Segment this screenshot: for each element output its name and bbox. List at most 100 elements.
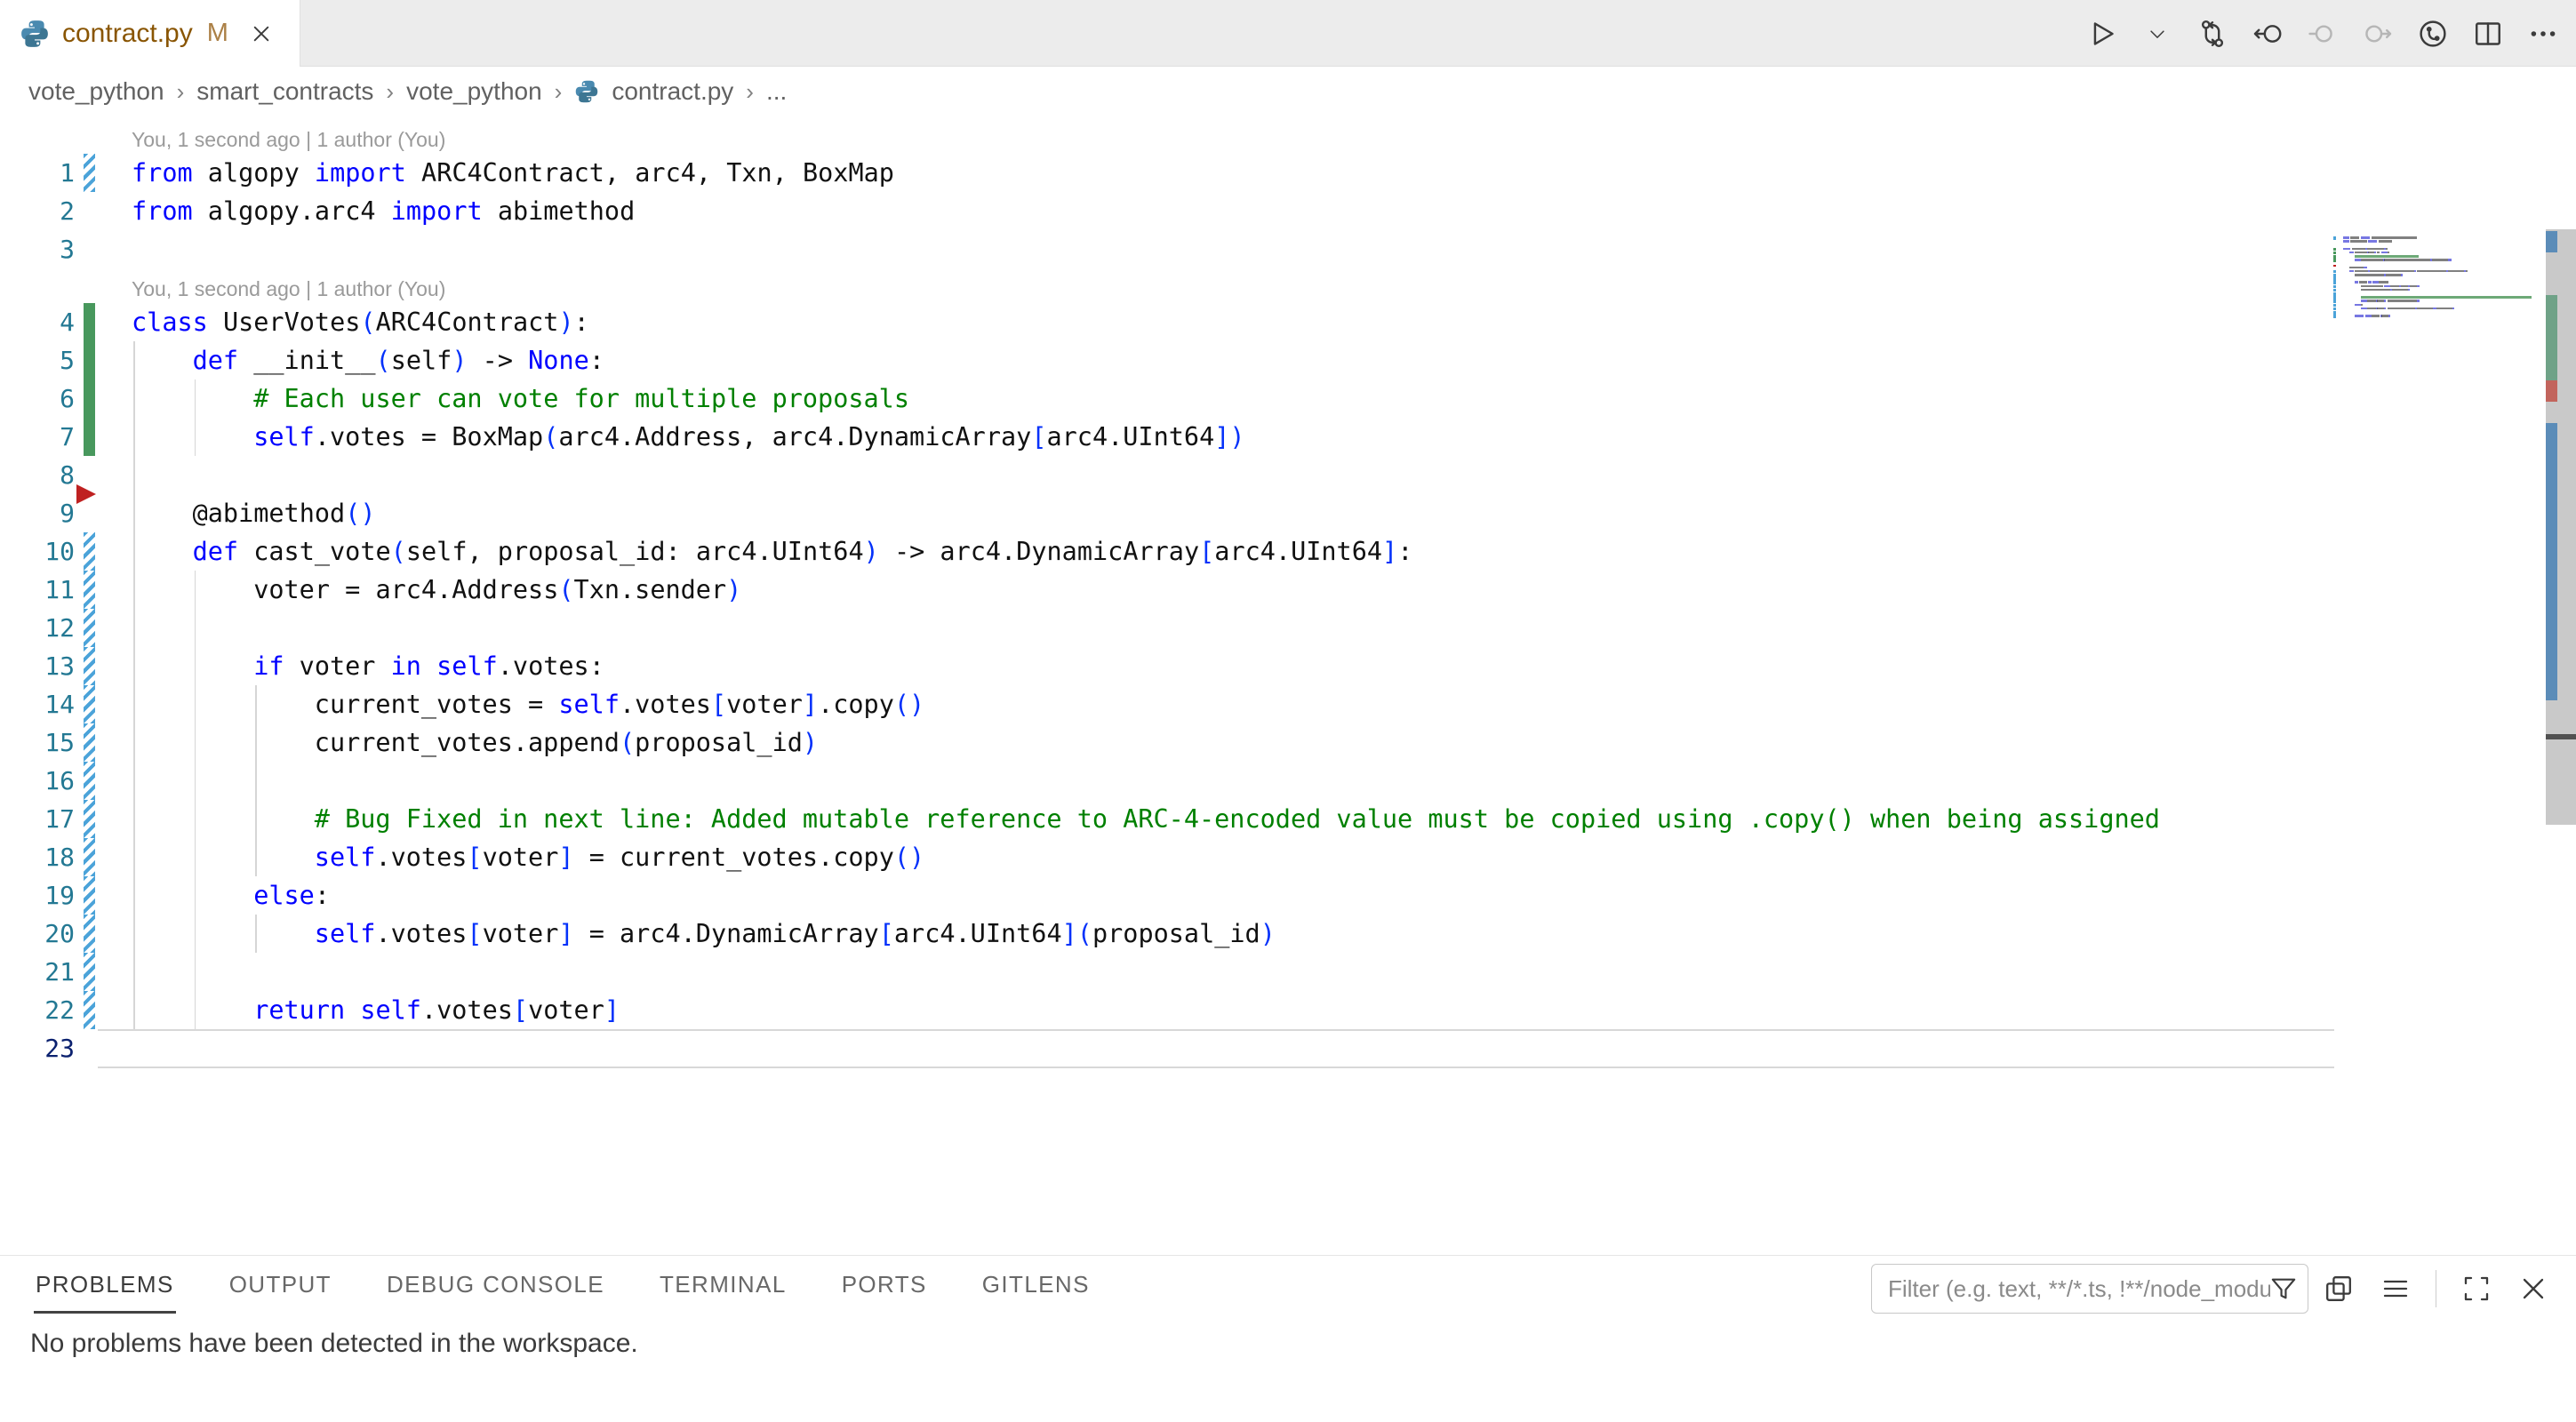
run-dropdown-chevron-icon[interactable] bbox=[2140, 17, 2174, 51]
minimap-modified-mark bbox=[2333, 285, 2336, 289]
indent-guide bbox=[255, 838, 257, 876]
code-line[interactable]: 15current_votes.append(proposal_id) bbox=[0, 723, 2336, 762]
gitlens-codelens[interactable]: You, 1 second ago | 1 author (You) bbox=[132, 268, 1909, 303]
code-line[interactable]: 2from algopy.arc4 import abimethod bbox=[0, 192, 2336, 230]
code-line[interactable]: 18self.votes[voter] = current_votes.copy… bbox=[0, 838, 2336, 876]
code-line[interactable]: 20self.votes[voter] = arc4.DynamicArray[… bbox=[0, 915, 2336, 953]
code-line[interactable]: 16 bbox=[0, 762, 2336, 800]
collapse-all-icon[interactable] bbox=[2379, 1272, 2412, 1306]
panel-tab-output[interactable]: OUTPUT bbox=[228, 1257, 333, 1314]
run-button[interactable] bbox=[2085, 17, 2119, 51]
line-number: 13 bbox=[0, 647, 75, 685]
code-line[interactable]: 22return self.votes[voter] bbox=[0, 991, 2336, 1029]
minimap-line bbox=[2372, 236, 2417, 239]
code-line[interactable]: 10def cast_vote(self, proposal_id: arc4.… bbox=[0, 532, 2336, 571]
indent-guide bbox=[133, 915, 135, 953]
minimap-modified-mark bbox=[2333, 274, 2336, 277]
maximize-panel-icon[interactable] bbox=[2460, 1272, 2493, 1306]
code-line[interactable]: 8 bbox=[0, 456, 2336, 494]
indent-guide bbox=[133, 532, 135, 571]
overview-ruler-scrollbar[interactable] bbox=[2546, 229, 2576, 825]
code-line[interactable]: 13if voter in self.votes: bbox=[0, 647, 2336, 685]
code-text: from algopy import ARC4Contract, arc4, T… bbox=[132, 154, 894, 192]
code-line[interactable]: 5def __init__(self) -> None: bbox=[0, 341, 2336, 379]
code-line[interactable]: 17# Bug Fixed in next line: Added mutabl… bbox=[0, 800, 2336, 838]
code-line[interactable]: 9@abimethod() bbox=[0, 494, 2336, 532]
tab-contract-py[interactable]: contract.py M bbox=[0, 0, 300, 67]
breadcrumb-item-symbol[interactable]: ... bbox=[763, 77, 790, 106]
minimap-line bbox=[2361, 308, 2367, 310]
breadcrumb-item[interactable]: smart_contracts bbox=[193, 77, 377, 106]
code-line[interactable]: 4class UserVotes(ARC4Contract): bbox=[0, 303, 2336, 341]
previous-change-icon[interactable] bbox=[2306, 17, 2340, 51]
minimap[interactable] bbox=[2336, 236, 2539, 343]
close-panel-icon[interactable] bbox=[2516, 1272, 2550, 1306]
minimap-line bbox=[2466, 270, 2468, 273]
breadcrumb-item[interactable]: vote_python bbox=[25, 77, 168, 106]
indent-guide bbox=[195, 876, 196, 915]
problems-status-text: No problems have been detected in the wo… bbox=[30, 1329, 638, 1359]
breadcrumb-item[interactable]: vote_python bbox=[403, 77, 546, 106]
minimap-modified-mark bbox=[2333, 281, 2336, 284]
breadcrumb-item-file[interactable]: contract.py bbox=[608, 77, 737, 106]
gitlens-codelens[interactable]: You, 1 second ago | 1 author (You) bbox=[132, 119, 1909, 154]
panel-tab-debug-console[interactable]: DEBUG CONSOLE bbox=[385, 1257, 606, 1314]
panel-tab-problems[interactable]: PROBLEMS bbox=[34, 1257, 176, 1314]
open-changes-icon[interactable] bbox=[2251, 17, 2284, 51]
ruler-added-mark bbox=[2546, 295, 2557, 380]
filter-input[interactable] bbox=[1888, 1275, 2270, 1303]
indent-guide bbox=[133, 379, 135, 418]
indent-guide bbox=[133, 953, 135, 991]
code-line[interactable]: 14current_votes = self.votes[voter].copy… bbox=[0, 685, 2336, 723]
code-line[interactable]: 3 bbox=[0, 230, 2336, 268]
view-as-table-icon[interactable] bbox=[2322, 1272, 2356, 1306]
vscode-window: contract.py M bbox=[0, 0, 2576, 1422]
code-line[interactable]: 1from algopy import ARC4Contract, arc4, … bbox=[0, 154, 2336, 192]
indent-guide bbox=[255, 800, 257, 838]
minimap-modified-mark bbox=[2333, 300, 2336, 303]
indent-guide bbox=[255, 762, 257, 800]
minimap-line bbox=[2417, 300, 2420, 302]
code-line[interactable]: 7self.votes = BoxMap(arc4.Address, arc4.… bbox=[0, 418, 2336, 456]
minimap-line bbox=[2368, 240, 2377, 243]
minimap-modified-mark bbox=[2333, 236, 2336, 240]
panel-tab-bar: PROBLEMS OUTPUT DEBUG CONSOLE TERMINAL PORTS… bbox=[34, 1256, 1092, 1314]
compare-changes-icon[interactable] bbox=[2196, 17, 2229, 51]
code-line[interactable]: 12 bbox=[0, 609, 2336, 647]
breadcrumb-separator: › bbox=[168, 78, 194, 106]
code-text: current_votes = self.votes[voter].copy() bbox=[315, 685, 924, 723]
code-text: # Each user can vote for multiple propos… bbox=[253, 379, 909, 418]
gutter-modified-indicator bbox=[84, 685, 95, 723]
code-editor[interactable]: You, 1 second ago | 1 author (You)1from … bbox=[0, 116, 2576, 1255]
split-editor-icon[interactable] bbox=[2471, 17, 2505, 51]
line-number: 20 bbox=[0, 915, 75, 953]
next-change-icon[interactable] bbox=[2361, 17, 2395, 51]
minimap-line bbox=[2386, 248, 2388, 251]
indent-guide bbox=[195, 953, 196, 991]
code-line[interactable]: 21 bbox=[0, 953, 2336, 991]
gutter-modified-indicator bbox=[84, 876, 95, 915]
minimap-line bbox=[2361, 289, 2390, 292]
minimap-line bbox=[2379, 281, 2389, 284]
code-line[interactable]: 11voter = arc4.Address(Txn.sender) bbox=[0, 571, 2336, 609]
panel-tab-terminal[interactable]: TERMINAL bbox=[658, 1257, 788, 1314]
panel-tab-gitlens[interactable]: GITLENS bbox=[980, 1257, 1092, 1314]
minimap-line bbox=[2381, 315, 2388, 317]
indent-guide bbox=[255, 915, 257, 953]
code-line[interactable]: 19else: bbox=[0, 876, 2336, 915]
tab-close-icon[interactable] bbox=[248, 20, 275, 47]
minimap-line bbox=[2417, 270, 2446, 273]
line-number: 4 bbox=[0, 303, 75, 341]
minimap-line bbox=[2452, 308, 2454, 310]
commit-graph-icon[interactable] bbox=[2416, 17, 2450, 51]
code-line[interactable]: 6# Each user can vote for multiple propo… bbox=[0, 379, 2336, 418]
more-actions-icon[interactable] bbox=[2526, 17, 2560, 51]
problems-filter[interactable] bbox=[1871, 1264, 2308, 1314]
minimap-line bbox=[2355, 252, 2366, 254]
minimap-line bbox=[2401, 274, 2403, 276]
minimap-line bbox=[2448, 270, 2464, 273]
minimap-line bbox=[2401, 285, 2408, 288]
indent-guide bbox=[195, 762, 196, 800]
code-line[interactable]: 23 bbox=[0, 1029, 2336, 1067]
panel-tab-ports[interactable]: PORTS bbox=[840, 1257, 929, 1314]
